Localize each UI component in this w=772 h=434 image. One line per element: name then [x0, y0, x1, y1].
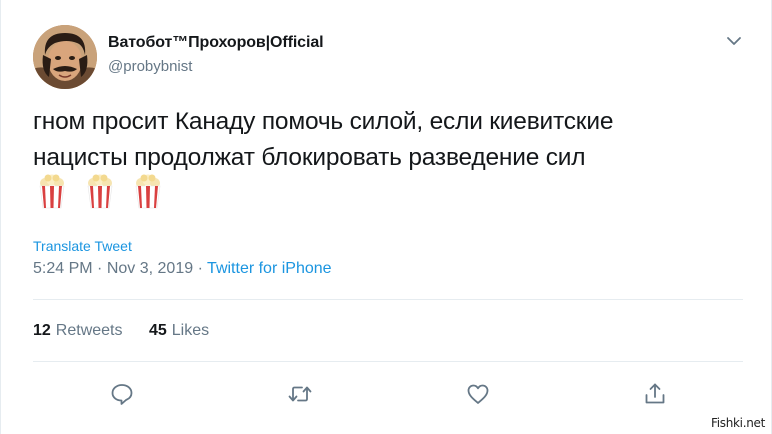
retweet-icon[interactable]: [287, 381, 313, 407]
meta-separator: ·: [197, 260, 203, 277]
retweets-stat[interactable]: 12 Retweets: [33, 322, 123, 339]
tweet-text-line-1: гном просит Канаду помочь силой, если ки…: [33, 108, 614, 135]
share-icon[interactable]: [642, 381, 668, 407]
retweets-label: Retweets: [55, 322, 123, 339]
tweet-card: Ватобот™Прохоров|Official @probybnist гн…: [0, 0, 772, 434]
avatar[interactable]: [33, 25, 97, 89]
retweets-count: 12: [33, 322, 51, 339]
tweet-text: гном просит Канаду помочь силой, если ки…: [33, 104, 753, 176]
reply-icon[interactable]: [109, 381, 135, 407]
likes-count: 45: [148, 322, 167, 339]
popcorn-emoji: [37, 174, 67, 210]
tweet-stats: 12 Retweets 45 Likes: [33, 322, 231, 340]
avatar-image: [33, 25, 97, 89]
popcorn-emoji: [85, 174, 115, 210]
popcorn-emoji: [133, 174, 163, 210]
like-icon[interactable]: [465, 381, 491, 407]
user-handle[interactable]: @probybnist: [108, 58, 192, 75]
chevron-down-icon[interactable]: [723, 30, 745, 52]
tweet-time[interactable]: 5:24 PM: [33, 260, 93, 277]
translate-tweet-link[interactable]: Translate Tweet: [33, 238, 132, 254]
divider: [33, 361, 743, 362]
likes-label: Likes: [171, 322, 210, 339]
tweet-source-link[interactable]: Twitter for iPhone: [207, 260, 332, 277]
likes-stat[interactable]: 45 Likes: [149, 322, 209, 339]
divider: [33, 299, 743, 300]
tweet-meta: 5:24 PM · Nov 3, 2019 · Twitter for iPho…: [33, 260, 332, 278]
watermark: Fishki.net: [710, 416, 765, 430]
tweet-text-line-2: нацисты продолжат блокировать разведение…: [33, 144, 586, 171]
tweet-date[interactable]: Nov 3, 2019: [107, 260, 193, 277]
display-name[interactable]: Ватобот™Прохоров|Official: [108, 34, 324, 52]
meta-separator: ·: [97, 260, 103, 277]
